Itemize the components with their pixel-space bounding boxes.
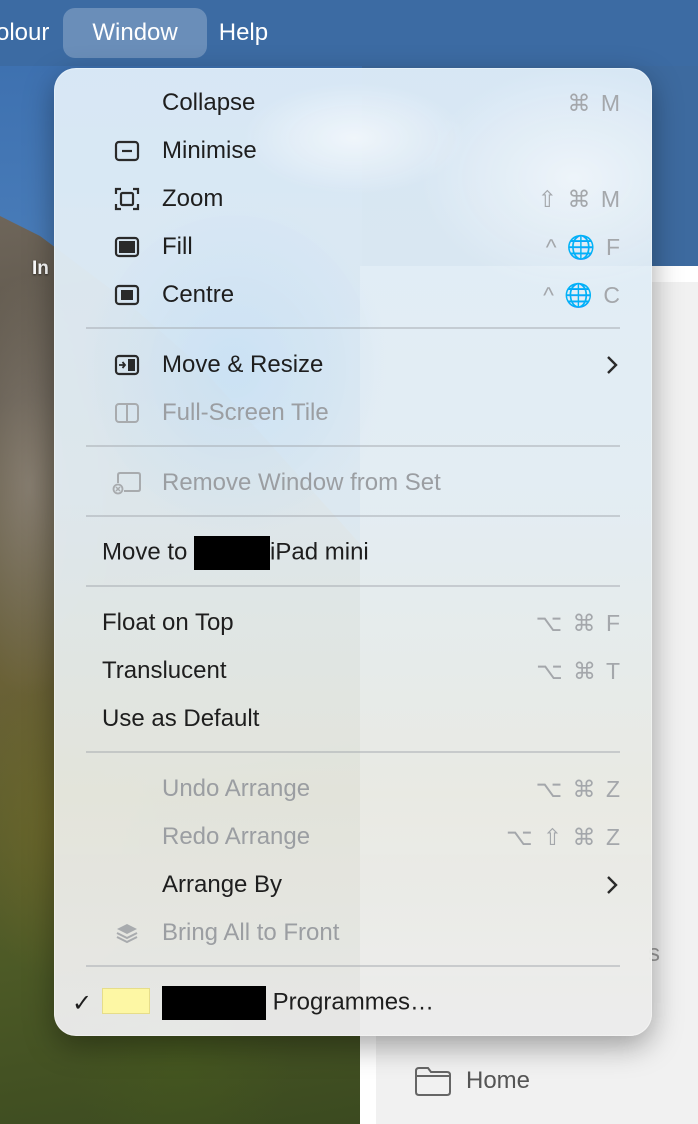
menu-separator [86, 445, 620, 447]
layers-icon [112, 919, 142, 947]
menu-item-move-resize[interactable]: Move & Resize [54, 343, 652, 387]
folder-icon [415, 1067, 451, 1096]
zoom-icon [112, 185, 142, 213]
full-screen-tile-icon [112, 399, 142, 427]
menu-item-collapse[interactable]: Collapse ⌘ M [54, 81, 652, 125]
sidebar-item-home-label: Home [466, 1067, 531, 1094]
menu-item-undo-arrange[interactable]: Undo Arrange ⌥ ⌘ Z [54, 767, 652, 811]
move-resize-icon [112, 351, 142, 379]
chevron-right-icon [607, 876, 618, 894]
menu-separator [86, 751, 620, 753]
menu-item-use-as-default[interactable]: Use as Default [54, 697, 652, 741]
menu-item-zoom[interactable]: Zoom ⇧ ⌘ M [54, 177, 652, 221]
menu-item-label: Programmes… [162, 986, 434, 1020]
menu-item-label: Use as Default [102, 705, 260, 732]
menubar-item-help[interactable]: Help [207, 8, 280, 58]
move-to-prefix: Move to [102, 538, 188, 566]
menu-item-float-on-top[interactable]: Float on Top ⌥ ⌘ F [54, 601, 652, 645]
menu-separator [86, 515, 620, 517]
checkmark-icon: ✓ [72, 989, 93, 1017]
remove-window-icon [112, 469, 142, 497]
menu-item-fill[interactable]: Fill ^ 🌐 F [54, 225, 652, 269]
desktop-label: In [32, 258, 49, 279]
sidebar-item-home[interactable]: Home [414, 1064, 530, 1098]
menu-item-translucent[interactable]: Translucent ⌥ ⌘ T [54, 649, 652, 693]
menu-item-label: Centre [162, 281, 235, 308]
shortcut-label: ⌘ M [567, 89, 622, 116]
menu-item-arrange-by[interactable]: Arrange By [54, 863, 652, 907]
menu-item-label: Move to iPad mini [102, 536, 369, 570]
shortcut-label: ^ 🌐 C [543, 281, 622, 308]
menu-separator [86, 965, 620, 967]
menu-item-full-screen-tile[interactable]: Full-Screen Tile [54, 391, 652, 435]
chevron-right-icon [607, 356, 618, 374]
menu-item-label: Bring All to Front [162, 919, 340, 946]
menu-item-label: Collapse [162, 89, 256, 116]
menu-item-redo-arrange[interactable]: Redo Arrange ⌥ ⇧ ⌘ Z [54, 815, 652, 859]
shortcut-label: ⌥ ⌘ T [536, 657, 622, 684]
shortcut-label: ⇧ ⌘ M [537, 185, 622, 212]
menu-item-label: Undo Arrange [162, 775, 311, 802]
shortcut-label: ⌥ ⌘ F [535, 609, 622, 636]
menu-item-minimise[interactable]: Minimise [54, 129, 652, 173]
color-swatch [102, 988, 150, 1014]
window-menu: Collapse ⌘ M Minimise Zoom ⇧ ⌘ M Fill ^ … [54, 68, 652, 1036]
menu-separator [86, 585, 620, 587]
menu-item-bring-all-to-front[interactable]: Bring All to Front [54, 911, 652, 955]
shortcut-label: ⌥ ⌘ Z [535, 775, 622, 802]
menubar-item-window[interactable]: Window [63, 8, 207, 58]
menu-item-label: Arrange By [162, 871, 283, 898]
menu-item-label: Translucent [102, 657, 227, 684]
menu-item-label: Redo Arrange [162, 823, 311, 850]
menu-item-window-entry[interactable]: ✓ Programmes… [54, 981, 652, 1025]
menubar-item-colour[interactable]: olour [0, 8, 61, 58]
redacted-text [194, 536, 271, 570]
menu-separator [86, 327, 620, 329]
shortcut-label: ⌥ ⇧ ⌘ Z [506, 823, 622, 850]
menu-item-label: Zoom [162, 185, 224, 212]
redacted-text [162, 986, 266, 1020]
move-to-device-name: iPad mini [270, 538, 369, 566]
menu-item-label: Remove Window from Set [162, 469, 441, 496]
menu-item-label: Full-Screen Tile [162, 399, 329, 426]
menu-item-label: Float on Top [102, 609, 234, 636]
menu-item-move-to-device[interactable]: Move to iPad mini [54, 531, 652, 575]
menu-item-remove-window-from-set[interactable]: Remove Window from Set [54, 461, 652, 505]
window-entry-name: Programmes… [272, 988, 435, 1016]
minimise-icon [112, 137, 142, 165]
menu-item-label: Move & Resize [162, 351, 324, 378]
centre-icon [112, 281, 142, 309]
menu-item-label: Minimise [162, 137, 257, 164]
menu-item-label: Fill [162, 233, 193, 260]
shortcut-label: ^ 🌐 F [545, 233, 622, 260]
menu-item-centre[interactable]: Centre ^ 🌐 C [54, 273, 652, 317]
fill-icon [112, 233, 142, 261]
menu-bar: olour Window Help [0, 0, 698, 66]
